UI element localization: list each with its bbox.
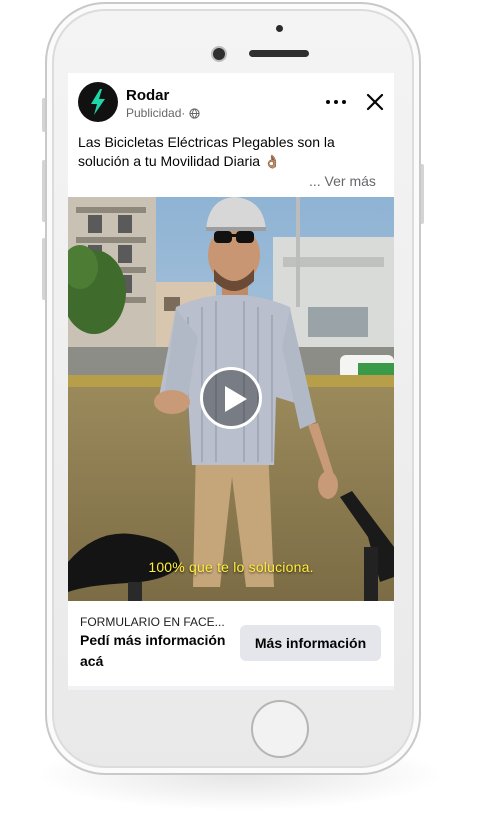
earpiece-speaker [249, 50, 309, 57]
globe-icon [189, 107, 201, 119]
sponsored-label: Publicidad [126, 106, 182, 120]
close-icon [366, 93, 384, 111]
caption-text: Las Bicicletas Eléctricas Plegables son … [78, 134, 335, 169]
more-dot [334, 100, 338, 104]
post-meta: Publicidad · [126, 106, 201, 120]
ad-video[interactable]: 100% que te lo soluciona. [68, 197, 394, 601]
sensor-dot [276, 25, 283, 32]
cta-source: FORMULARIO EN FACE... [80, 615, 225, 629]
play-button[interactable] [200, 367, 262, 429]
more-info-button[interactable]: Más información [240, 625, 381, 661]
more-dots-icon [326, 100, 330, 104]
phone-screen: Rodar Publicidad · Las Bicicletas Eléctr… [68, 73, 394, 690]
avatar[interactable] [78, 82, 118, 122]
cta-title[interactable]: Pedí más información acá [80, 630, 230, 672]
ok-hand-emoji: 👌🏽 [263, 154, 281, 169]
front-camera [213, 48, 225, 60]
home-button[interactable] [251, 700, 309, 758]
see-more-link[interactable]: ... Ver más [309, 173, 376, 189]
close-button[interactable] [363, 90, 387, 114]
more-options-button[interactable] [323, 91, 349, 113]
play-icon [225, 386, 247, 412]
more-dot [342, 100, 346, 104]
ad-post: Rodar Publicidad · Las Bicicletas Eléctr… [68, 73, 394, 686]
lightning-bolt-icon [91, 89, 105, 115]
post-caption: Las Bicicletas Eléctricas Plegables son … [78, 133, 378, 171]
meta-separator: · [181, 106, 186, 120]
video-subtitle: 100% que te lo soluciona. [148, 559, 314, 575]
page-name[interactable]: Rodar [126, 87, 169, 104]
